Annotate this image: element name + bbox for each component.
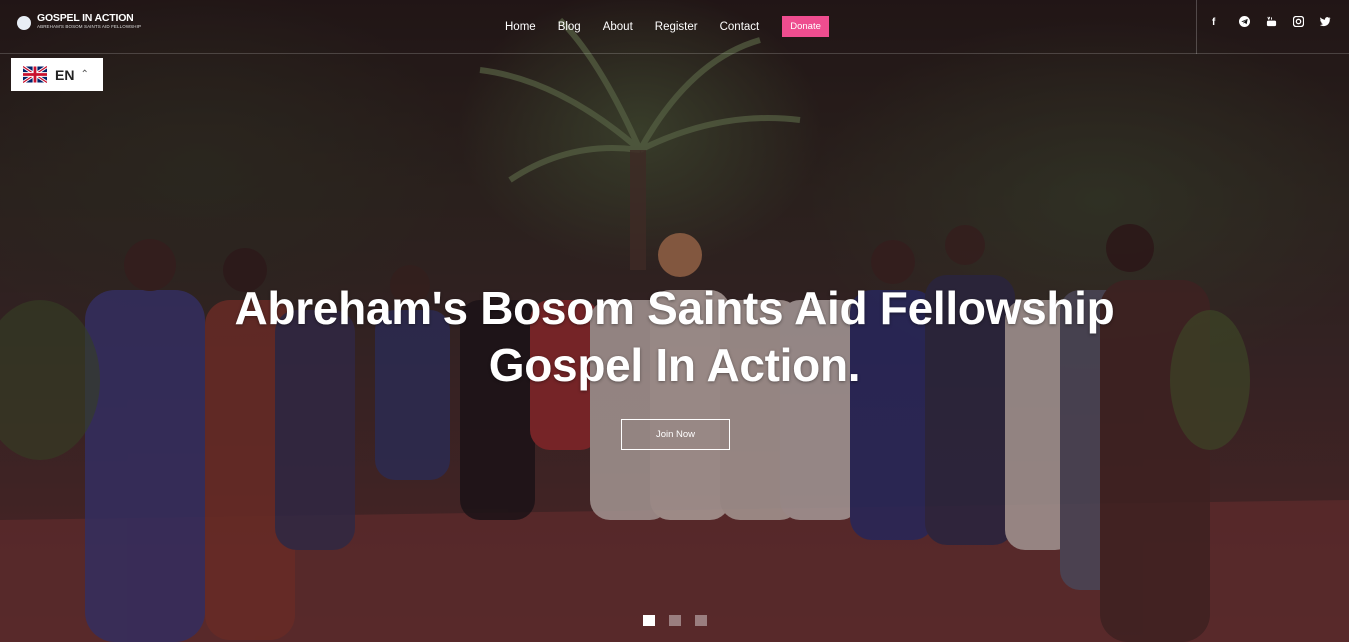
logo-subtitle: ABREHAM'S BOSOM SAINTS AID FELLOWSHIP (37, 24, 142, 29)
social-links: f (1212, 15, 1347, 32)
hero-headline: Abreham's Bosom Saints Aid Fellowship Go… (0, 280, 1349, 394)
twitter-icon[interactable] (1319, 16, 1347, 32)
join-now-button[interactable]: Join Now (621, 419, 730, 450)
youtube-icon[interactable] (1266, 16, 1293, 32)
facebook-icon[interactable]: f (1212, 16, 1239, 32)
site-logo[interactable]: GOSPEL IN ACTION ABREHAM'S BOSOM SAINTS … (17, 12, 141, 30)
nav-item-about[interactable]: About (603, 21, 633, 33)
nav-item-register[interactable]: Register (655, 21, 698, 33)
nav-item-blog[interactable]: Blog (558, 21, 581, 33)
header-divider (1196, 0, 1197, 54)
slider-dot[interactable] (643, 615, 655, 626)
globe-icon (17, 16, 31, 30)
hero-headline-line2: Gospel In Action. (488, 339, 861, 391)
nav-item-home[interactable]: Home (505, 21, 536, 33)
site-header: GOSPEL IN ACTION ABREHAM'S BOSOM SAINTS … (0, 0, 1349, 54)
telegram-icon[interactable] (1239, 16, 1266, 32)
main-nav: Home Blog About Register Contact Donate (505, 16, 829, 37)
uk-flag-icon (23, 66, 47, 83)
logo-title: GOSPEL IN ACTION (37, 12, 134, 24)
chevron-up-icon: ⌃ (80, 69, 89, 80)
language-code: EN (55, 66, 75, 83)
hero-headline-line1: Abreham's Bosom Saints Aid Fellowship (234, 282, 1115, 334)
slider-dot[interactable] (695, 615, 707, 626)
language-selector[interactable]: EN ⌃ (11, 58, 103, 91)
slider-pagination (643, 615, 721, 626)
slider-dot[interactable] (669, 615, 681, 626)
instagram-icon[interactable] (1292, 15, 1320, 32)
donate-button[interactable]: Donate (782, 16, 829, 37)
nav-item-contact[interactable]: Contact (720, 21, 760, 33)
